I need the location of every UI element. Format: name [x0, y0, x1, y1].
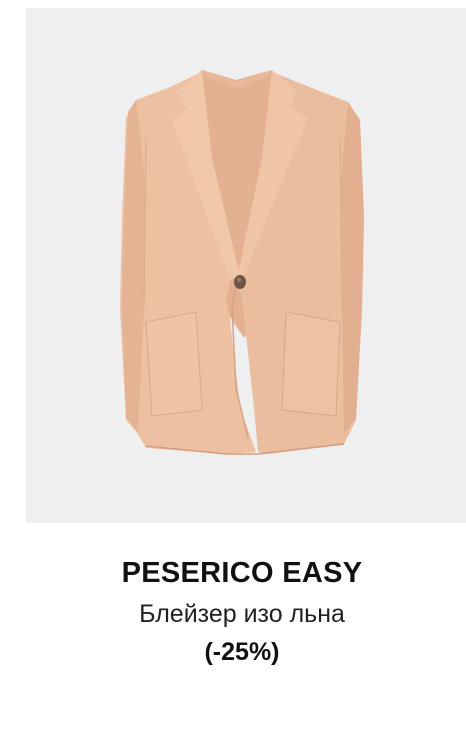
product-brand[interactable]: PESERICO EASY — [0, 557, 466, 590]
discount-badge: (-25%) — [204, 638, 280, 666]
product-image[interactable] — [26, 8, 466, 523]
blazer-image — [120, 70, 364, 455]
product-card[interactable]: PESERICO EASY Блейзер изо льна (-25%) — [0, 0, 466, 752]
product-name[interactable]: Блейзер изо льна — [0, 600, 466, 629]
